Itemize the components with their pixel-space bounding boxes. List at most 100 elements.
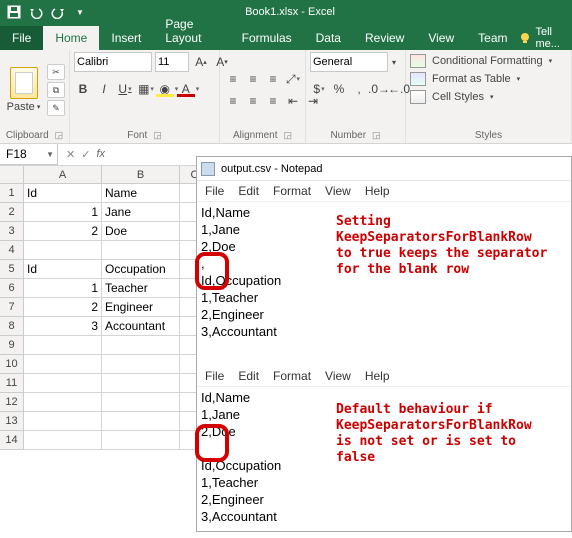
row-header[interactable]: 8 [0, 317, 24, 336]
cell[interactable] [102, 374, 180, 393]
tab-view[interactable]: View [416, 26, 466, 50]
font-name-combo[interactable] [74, 52, 152, 72]
cell[interactable]: Id [24, 260, 102, 279]
qat-dropdown-icon[interactable]: ▼ [72, 4, 88, 20]
row-header[interactable]: 2 [0, 203, 24, 222]
undo-icon[interactable] [28, 4, 44, 20]
underline-button[interactable]: U [116, 80, 134, 98]
align-center-icon[interactable]: ≡ [244, 92, 262, 110]
row-header[interactable]: 4 [0, 241, 24, 260]
enter-formula-icon[interactable]: ✓ [81, 148, 90, 161]
np-menu-help[interactable]: Help [365, 184, 390, 198]
cell[interactable] [24, 431, 102, 450]
cell[interactable] [24, 393, 102, 412]
cell[interactable]: 3 [24, 317, 102, 336]
fill-color-button[interactable]: ◉ [158, 80, 176, 98]
cell[interactable] [102, 241, 180, 260]
tab-review[interactable]: Review [353, 26, 416, 50]
tab-home[interactable]: Home [43, 26, 99, 50]
cell[interactable]: Name [102, 184, 180, 203]
cell[interactable]: Doe [102, 222, 180, 241]
row-header[interactable]: 3 [0, 222, 24, 241]
cut-button[interactable]: ✂ [47, 64, 65, 80]
select-all-corner[interactable] [0, 166, 24, 183]
number-dialog-icon[interactable]: ◲ [372, 130, 381, 141]
redo-icon[interactable] [50, 4, 66, 20]
row-header[interactable]: 10 [0, 355, 24, 374]
align-left-icon[interactable]: ≡ [224, 92, 242, 110]
cancel-formula-icon[interactable]: ✕ [66, 148, 75, 161]
cell[interactable]: Occupation [102, 260, 180, 279]
cell[interactable]: 1 [24, 279, 102, 298]
cell[interactable]: Id [24, 184, 102, 203]
number-format-combo[interactable] [310, 52, 388, 72]
cell-styles-button[interactable]: Cell Styles▾ [410, 88, 493, 106]
paste-button[interactable]: Paste▾ [4, 67, 43, 113]
italic-button[interactable]: I [95, 80, 113, 98]
increase-decimal-icon[interactable]: .0→ [370, 80, 388, 98]
np-menu-view[interactable]: View [325, 184, 351, 198]
col-header-b[interactable]: B [102, 166, 180, 183]
cell[interactable] [24, 355, 102, 374]
row-header[interactable]: 9 [0, 336, 24, 355]
align-top-icon[interactable]: ≡ [224, 70, 242, 88]
font-size-combo[interactable] [155, 52, 189, 72]
np2-menu-file[interactable]: File [205, 369, 224, 383]
np2-menu-edit[interactable]: Edit [238, 369, 259, 383]
currency-button[interactable]: $ [310, 80, 328, 98]
cell[interactable] [102, 393, 180, 412]
cell[interactable]: 2 [24, 298, 102, 317]
decrease-indent-icon[interactable]: ⇤ [284, 92, 302, 110]
clipboard-dialog-icon[interactable]: ◲ [55, 130, 64, 141]
row-header[interactable]: 1 [0, 184, 24, 203]
increase-font-icon[interactable]: A▴ [192, 53, 210, 71]
np2-menu-help[interactable]: Help [365, 369, 390, 383]
np-menu-file[interactable]: File [205, 184, 224, 198]
font-dialog-icon[interactable]: ◲ [153, 130, 162, 141]
cell[interactable]: Accountant [102, 317, 180, 336]
tab-formulas[interactable]: Formulas [230, 26, 304, 50]
np-menu-edit[interactable]: Edit [238, 184, 259, 198]
np2-menu-format[interactable]: Format [273, 369, 311, 383]
name-box-dropdown-icon[interactable]: ▼ [46, 150, 57, 159]
col-header-a[interactable]: A [24, 166, 102, 183]
fx-icon[interactable]: fx [96, 148, 111, 161]
tab-insert[interactable]: Insert [99, 26, 153, 50]
cell[interactable] [102, 431, 180, 450]
name-box[interactable]: F18▼ [0, 144, 58, 165]
cell[interactable] [24, 412, 102, 431]
row-header[interactable]: 12 [0, 393, 24, 412]
cell[interactable]: 1 [24, 203, 102, 222]
row-header[interactable]: 6 [0, 279, 24, 298]
row-header[interactable]: 5 [0, 260, 24, 279]
alignment-dialog-icon[interactable]: ◲ [283, 130, 292, 141]
cell[interactable]: Teacher [102, 279, 180, 298]
align-right-icon[interactable]: ≡ [264, 92, 282, 110]
orientation-icon[interactable]: ⤢ [284, 70, 302, 88]
tell-me[interactable]: Tell me... [519, 26, 572, 50]
border-button[interactable]: ▦ [137, 80, 155, 98]
row-header[interactable]: 7 [0, 298, 24, 317]
format-as-table-button[interactable]: Format as Table▾ [410, 70, 520, 88]
cell[interactable] [24, 336, 102, 355]
tab-team[interactable]: Team [466, 26, 519, 50]
align-middle-icon[interactable]: ≡ [244, 70, 262, 88]
bold-button[interactable]: B [74, 80, 92, 98]
row-header[interactable]: 11 [0, 374, 24, 393]
np-menu-format[interactable]: Format [273, 184, 311, 198]
save-icon[interactable] [6, 4, 22, 20]
copy-button[interactable]: ⧉ [47, 82, 65, 98]
row-header[interactable]: 13 [0, 412, 24, 431]
conditional-formatting-button[interactable]: Conditional Formatting▾ [410, 52, 552, 70]
cell[interactable] [102, 355, 180, 374]
comma-button[interactable]: , [350, 80, 368, 98]
tab-data[interactable]: Data [304, 26, 353, 50]
font-color-button[interactable]: A [179, 80, 197, 98]
format-painter-button[interactable]: ✎ [47, 100, 65, 116]
cell[interactable] [102, 412, 180, 431]
align-bottom-icon[interactable]: ≡ [264, 70, 282, 88]
percent-button[interactable]: % [330, 80, 348, 98]
cell[interactable]: Jane [102, 203, 180, 222]
cell[interactable] [102, 336, 180, 355]
row-header[interactable]: 14 [0, 431, 24, 450]
